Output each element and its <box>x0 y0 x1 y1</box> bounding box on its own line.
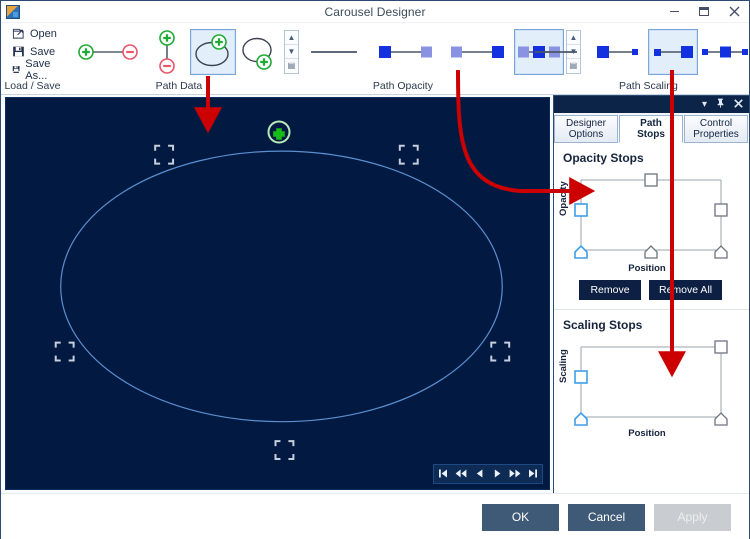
gallery-item-scaling-three-stop[interactable] <box>698 29 750 75</box>
tab-control-properties-line1: Control <box>699 118 733 129</box>
dock-header: ▾ <box>554 96 749 113</box>
ribbon-group-path-data: ▲ ▼ ▤ Path Data <box>68 23 299 94</box>
opacity-stops-title: Opacity Stops <box>563 151 644 165</box>
position-marker-1 <box>574 244 588 259</box>
position-marker-2 <box>644 245 658 259</box>
gallery-item-opacity-fade-out[interactable] <box>370 29 442 75</box>
pin-icon[interactable] <box>716 98 725 111</box>
gallery-item-vertical-add-remove[interactable] <box>144 29 190 75</box>
remove-all-button[interactable]: Remove All <box>649 280 723 300</box>
step-back-button[interactable] <box>470 465 488 483</box>
scaling-position-marker-1 <box>574 411 588 426</box>
skip-to-start-button[interactable] <box>434 465 452 483</box>
tab-designer-options-line1: Designer <box>565 118 607 129</box>
floppy-disk-arrow-icon <box>12 66 20 73</box>
title-bar: Carousel Designer <box>1 1 749 23</box>
playback-controls <box>433 463 543 484</box>
opacity-handle-2 <box>644 173 658 187</box>
save-label: Save <box>30 45 56 58</box>
carousel-ellipse-path <box>60 150 503 423</box>
opacity-y-axis-label: Opacity <box>558 181 569 216</box>
gallery-item-scaling-flat[interactable] <box>520 29 592 75</box>
tab-path-stops[interactable]: Path Stops <box>619 115 683 143</box>
cancel-button[interactable]: Cancel <box>568 503 645 531</box>
rewind-button[interactable] <box>452 465 470 483</box>
remove-button[interactable]: Remove <box>579 280 641 300</box>
tab-designer-options[interactable]: Designer Options <box>554 115 618 143</box>
opacity-x-axis-label: Position <box>628 263 666 274</box>
save-as-command[interactable]: Save As... <box>9 58 60 82</box>
gallery-item-opacity-flat[interactable] <box>298 29 370 75</box>
dialog-footer: OK Cancel Apply <box>1 492 749 539</box>
ribbon-group-label-path-opacity: Path Opacity <box>372 80 433 92</box>
tab-control-properties[interactable]: Control Properties <box>684 115 748 143</box>
scaling-graph-frame <box>580 346 722 418</box>
ribbon-group-path-opacity: ▲ ▼ ▤ Path Opacity <box>294 23 581 94</box>
skip-to-end-button[interactable] <box>524 465 542 483</box>
ribbon-group-label-load-save: Load / Save <box>4 80 61 92</box>
opacity-graph-frame <box>580 179 722 251</box>
open-label: Open <box>30 27 57 40</box>
gallery-item-line-add-remove[interactable] <box>72 29 144 75</box>
ok-button[interactable]: OK <box>482 503 559 531</box>
canvas-container <box>1 95 553 493</box>
dock-divider <box>554 309 749 310</box>
scaling-stops-graph[interactable]: Scaling Position <box>558 339 733 439</box>
tab-designer-options-line2: Options <box>568 129 604 140</box>
apply-button[interactable]: Apply <box>654 503 731 531</box>
tab-path-stops-line2: Stops <box>637 129 665 140</box>
save-as-label: Save As... <box>25 57 51 82</box>
ribbon-group-label-path-scaling: Path Scaling <box>618 80 678 92</box>
scaling-position-marker-2 <box>714 412 728 426</box>
ribbon-toolbar: Open Save Save As... Load / Save ▲ ▼ ▤ P… <box>1 23 749 95</box>
tab-control-properties-line2: Properties <box>693 129 739 140</box>
scaling-handle-1 <box>574 370 588 384</box>
dock-tab-strip: Designer Options Path Stops Control Prop… <box>554 113 749 143</box>
carousel-designer-window: Carousel Designer Open Save Save As... L… <box>0 0 750 539</box>
position-marker-3 <box>714 245 728 259</box>
opacity-handle-3 <box>714 203 728 217</box>
opacity-stop-buttons: Remove Remove All <box>579 280 740 300</box>
gallery-item-scaling-shrink[interactable] <box>592 29 648 75</box>
opacity-graph-svg <box>574 173 728 259</box>
window-title: Carousel Designer <box>324 4 426 19</box>
open-folder-icon <box>12 28 24 39</box>
path-design-canvas[interactable] <box>5 97 550 490</box>
fast-forward-button[interactable] <box>506 465 524 483</box>
active-add-stop-marker <box>267 120 291 144</box>
path-data-gallery: ▲ ▼ ▤ <box>72 28 299 76</box>
opacity-handle-1 <box>574 203 588 217</box>
play-button[interactable] <box>488 465 506 483</box>
scaling-stops-title: Scaling Stops <box>563 318 643 332</box>
ribbon-group-label-path-data: Path Data <box>155 80 203 92</box>
open-command[interactable]: Open <box>9 26 60 42</box>
chevron-down-icon[interactable]: ▾ <box>702 99 707 110</box>
gallery-item-scaling-grow[interactable] <box>647 28 698 75</box>
dock-content: Opacity Stops Opacity Position Remove Re… <box>554 143 749 493</box>
floppy-disk-icon <box>13 46 24 57</box>
scaling-graph-svg <box>574 340 728 426</box>
canvas-path-svg <box>60 150 503 423</box>
scaling-handle-2 <box>714 340 728 354</box>
gallery-item-ellipse-add-top[interactable] <box>189 28 236 75</box>
close-icon[interactable] <box>734 98 743 111</box>
ribbon-group-path-scaling: ▲ ▼ ▤ Path Scaling <box>516 23 750 94</box>
path-scaling-gallery: ▲ ▼ ▤ <box>520 28 750 76</box>
path-stops-dock-panel: ▾ Designer Options Path Stops Control Pr… <box>553 95 749 493</box>
opacity-stops-graph[interactable]: Opacity Position <box>558 172 733 274</box>
scaling-x-axis-label: Position <box>628 428 666 439</box>
scaling-y-axis-label: Scaling <box>558 349 569 383</box>
main-body: ▾ Designer Options Path Stops Control Pr… <box>1 95 749 493</box>
gallery-item-ellipse-add-bottom[interactable] <box>236 29 282 75</box>
gallery-item-opacity-fade-in[interactable] <box>442 29 514 75</box>
ribbon-group-load-save: Open Save Save As... Load / Save <box>1 23 64 94</box>
tab-path-stops-line1: Path <box>640 118 662 129</box>
